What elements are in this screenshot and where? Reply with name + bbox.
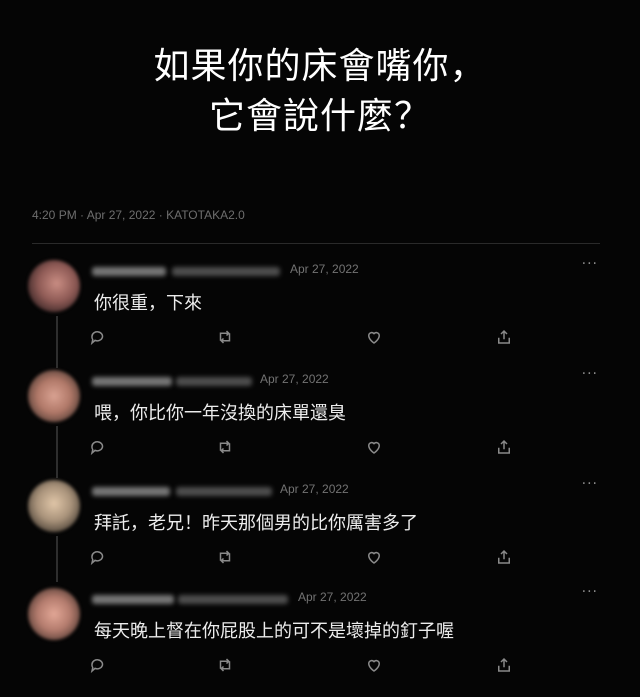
handle-blurred <box>176 487 272 496</box>
headline-line-1: 如果你的床會嘴你， <box>153 46 487 87</box>
action-bar <box>0 548 640 568</box>
divider <box>32 243 600 244</box>
reply-date[interactable]: Apr 27, 2022 <box>260 372 329 386</box>
reply-item[interactable]: Apr 27, 2022 ··· 你很重，下來 <box>0 256 640 366</box>
retweet-icon[interactable] <box>216 656 234 674</box>
headline: 如果你的床會嘴你， 它會說什麼？ <box>0 42 640 142</box>
retweet-icon[interactable] <box>216 328 234 346</box>
headline-line-2: 它會說什麼？ <box>208 96 431 137</box>
like-icon[interactable] <box>365 438 383 456</box>
more-options-icon[interactable]: ··· <box>582 584 598 600</box>
action-bar <box>0 328 640 348</box>
reply-icon[interactable] <box>89 548 107 566</box>
like-icon[interactable] <box>365 328 383 346</box>
username-blurred[interactable] <box>92 595 174 604</box>
reply-date[interactable]: Apr 27, 2022 <box>298 590 367 604</box>
like-icon[interactable] <box>365 548 383 566</box>
reply-item[interactable]: Apr 27, 2022 ··· 喂，你比你一年沒換的床單還臭 <box>0 366 640 476</box>
action-bar <box>0 656 640 676</box>
reply-icon[interactable] <box>89 328 107 346</box>
share-icon[interactable] <box>495 548 513 566</box>
handle-blurred <box>178 595 288 604</box>
reply-icon[interactable] <box>89 438 107 456</box>
reply-text: 拜託，老兄！昨天那個男的比你厲害多了 <box>94 513 418 534</box>
reply-text: 喂，你比你一年沒換的床單還臭 <box>94 403 346 424</box>
reply-icon[interactable] <box>89 656 107 674</box>
reply-item[interactable]: Apr 27, 2022 ··· 每天晚上督在你屁股上的可不是壞掉的釘子喔 <box>0 584 640 694</box>
avatar[interactable] <box>28 588 80 640</box>
share-icon[interactable] <box>495 438 513 456</box>
like-icon[interactable] <box>365 656 383 674</box>
reply-date[interactable]: Apr 27, 2022 <box>280 482 349 496</box>
retweet-icon[interactable] <box>216 438 234 456</box>
retweet-icon[interactable] <box>216 548 234 566</box>
username-blurred[interactable] <box>92 267 166 276</box>
username-blurred[interactable] <box>92 487 170 496</box>
reply-date[interactable]: Apr 27, 2022 <box>290 262 359 276</box>
avatar[interactable] <box>28 370 80 422</box>
share-icon[interactable] <box>495 656 513 674</box>
username-blurred[interactable] <box>92 377 172 386</box>
share-icon[interactable] <box>495 328 513 346</box>
more-options-icon[interactable]: ··· <box>582 476 598 492</box>
avatar[interactable] <box>28 260 80 312</box>
action-bar <box>0 438 640 458</box>
tweet-timestamp: 4:20 PM · Apr 27, 2022 · KATOTAKA2.0 <box>32 208 245 222</box>
handle-blurred <box>172 267 280 276</box>
reply-text: 你很重，下來 <box>94 293 202 314</box>
more-options-icon[interactable]: ··· <box>582 256 598 272</box>
avatar[interactable] <box>28 480 80 532</box>
handle-blurred <box>176 377 252 386</box>
reply-text: 每天晚上督在你屁股上的可不是壞掉的釘子喔 <box>94 621 454 642</box>
more-options-icon[interactable]: ··· <box>582 366 598 382</box>
reply-item[interactable]: Apr 27, 2022 ··· 拜託，老兄！昨天那個男的比你厲害多了 <box>0 476 640 586</box>
